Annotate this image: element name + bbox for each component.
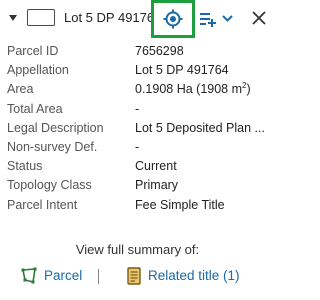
row-parcel-intent: Parcel Intent Fee Simple Title — [0, 198, 275, 217]
feature-title: Lot 5 DP 491764 — [64, 10, 158, 25]
row-label: Status — [7, 159, 43, 174]
caret-down-icon[interactable] — [9, 15, 17, 21]
row-label: Legal Description — [7, 120, 104, 135]
row-status: Status Current — [0, 159, 275, 178]
add-to-list-button[interactable] — [199, 9, 235, 29]
row-label: Topology Class — [7, 178, 92, 193]
locate-icon — [163, 9, 183, 29]
row-value: 7656298 — [135, 44, 184, 58]
row-value: - — [135, 139, 140, 154]
row-value: Fee Simple Title — [135, 197, 225, 212]
row-total-area: Total Area - — [0, 102, 275, 121]
attribute-table: Parcel ID 7656298 Appellation Lot 5 DP 4… — [0, 44, 275, 217]
summary-heading: View full summary of: — [75, 242, 200, 257]
row-label: Area — [7, 82, 34, 97]
row-topology-class: Topology Class Primary — [0, 178, 275, 197]
chevron-down-icon — [222, 15, 233, 22]
row-non-survey-def: Non-survey Def. - — [0, 140, 275, 159]
row-label: Total Area — [7, 101, 63, 116]
parcel-icon — [21, 267, 37, 284]
add-to-list-icon — [200, 13, 233, 27]
row-label: Appellation — [7, 63, 69, 78]
summary-links: Parcel Related title (1) — [0, 266, 275, 288]
row-value: - — [135, 101, 140, 116]
row-legal-description: Legal Description Lot 5 Deposited Plan .… — [0, 121, 275, 140]
row-label: Non-survey Def. — [7, 139, 98, 154]
row-parcel-id: Parcel ID 7656298 — [0, 44, 275, 63]
row-label: Parcel ID — [7, 44, 59, 58]
close-icon — [252, 11, 266, 25]
locate-button[interactable] — [151, 0, 195, 38]
row-appellation: Appellation Lot 5 DP 491764 — [0, 63, 275, 82]
row-value: Lot 5 Deposited Plan ... — [135, 120, 265, 135]
row-value: Primary — [135, 178, 179, 193]
close-button[interactable] — [248, 7, 270, 29]
symbol-swatch — [27, 9, 55, 26]
link-divider — [98, 269, 99, 284]
row-value: Current — [135, 159, 177, 174]
parcel-link-label: Parcel — [44, 268, 83, 283]
row-value: 0.1908 Ha (1908 m2) — [135, 82, 251, 97]
title-document-icon — [127, 267, 141, 285]
row-label: Parcel Intent — [7, 197, 78, 212]
related-title-label: Related title (1) — [148, 268, 240, 283]
row-value: Lot 5 DP 491764 — [135, 63, 229, 78]
popup-header: Lot 5 DP 491764 — [0, 0, 275, 38]
row-area: Area 0.1908 Ha (1908 m2) — [0, 82, 275, 101]
